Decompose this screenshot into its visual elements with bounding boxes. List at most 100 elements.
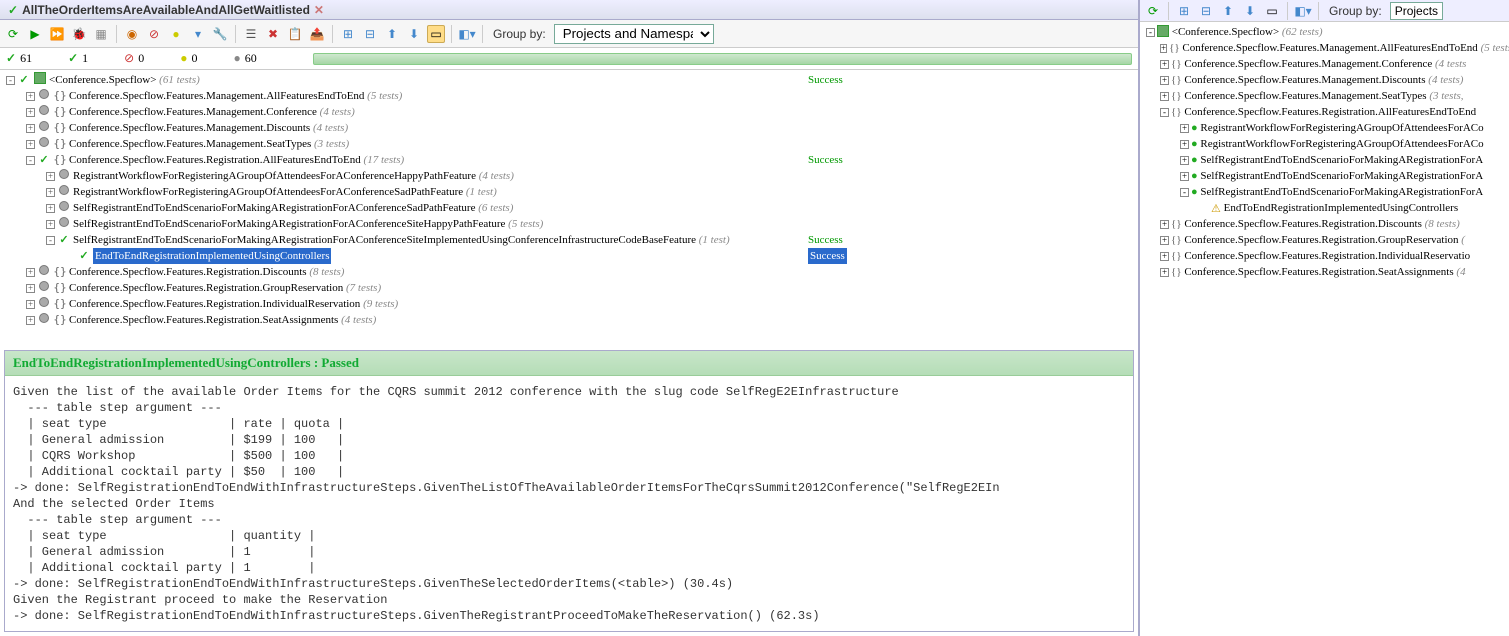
stop-icon: ⊘ xyxy=(124,51,134,66)
warn-icon: ⚠ xyxy=(1211,202,1221,215)
collapse-icon[interactable]: - xyxy=(1160,108,1169,117)
expand-icon[interactable]: + xyxy=(1160,76,1169,85)
expand-icon[interactable]: + xyxy=(26,284,35,293)
options-icon[interactable]: ◧▾ xyxy=(458,25,476,43)
tree-feature[interactable]: +● SelfRegistrantEndToEndScenarioForMaki… xyxy=(1140,168,1509,184)
expand-icon[interactable]: + xyxy=(1180,172,1189,181)
collapse-icon[interactable]: - xyxy=(1180,188,1189,197)
collapse-icon[interactable]: - xyxy=(26,156,35,165)
expand-icon[interactable]: + xyxy=(26,316,35,325)
debug-icon[interactable]: 🐞 xyxy=(70,25,88,43)
namespace-icon: {} xyxy=(53,312,67,328)
tree-ns[interactable]: +{} Conference.Specflow.Features.Managem… xyxy=(1140,88,1509,104)
main-toolbar: ⟳ ▶ ⏩ 🐞 ▦ ◉ ⊘ ● ▾ 🔧 ☰ ✖ 📋 📤 ⊞ ⊟ ⬆ ⬇ ▭ ◧▾… xyxy=(0,20,1138,48)
expand-icon[interactable]: + xyxy=(26,268,35,277)
expand-icon[interactable]: + xyxy=(1160,252,1169,261)
expand-icon[interactable]: + xyxy=(1160,220,1169,229)
expand-icon[interactable]: + xyxy=(46,220,55,229)
groupby-value[interactable]: Projects xyxy=(1390,2,1443,20)
tree-test-selected[interactable]: ✓EndToEndRegistrationImplementedUsingCon… xyxy=(0,248,1138,264)
expand-icon[interactable]: + xyxy=(46,172,55,181)
collapse-icon[interactable]: ⊟ xyxy=(1197,2,1215,20)
expand-icon[interactable]: + xyxy=(1160,268,1169,277)
tree-root[interactable]: - <Conference.Specflow> (62 tests) xyxy=(1140,24,1509,40)
tree-ns[interactable]: +{} Conference.Specflow.Features.Managem… xyxy=(1140,56,1509,72)
expand-icon[interactable]: + xyxy=(46,188,55,197)
tree-ns[interactable]: +{} Conference.Specflow.Features.Managem… xyxy=(1140,72,1509,88)
stop-icon[interactable]: ⊘ xyxy=(145,25,163,43)
tree-feature[interactable]: +SelfRegistrantEndToEndScenarioForMaking… xyxy=(0,200,1138,216)
collapse-icon[interactable]: - xyxy=(1146,28,1155,37)
expand-icon[interactable]: + xyxy=(26,140,35,149)
prev-icon[interactable]: ⬆ xyxy=(1219,2,1237,20)
tree-ns[interactable]: +{}Conference.Specflow.Features.Registra… xyxy=(0,280,1138,296)
collapse-icon[interactable]: ⊟ xyxy=(361,25,379,43)
tab-active[interactable]: ✓ AllTheOrderItemsAreAvailableAndAllGetW… xyxy=(2,2,330,18)
groupby-select[interactable]: Projects and Namespaces xyxy=(554,24,714,44)
tree-ns[interactable]: +{} Conference.Specflow.Features.Managem… xyxy=(1140,40,1509,56)
export-icon[interactable]: 📤 xyxy=(308,25,326,43)
tree-feature[interactable]: +● RegistrantWorkflowForRegisteringAGrou… xyxy=(1140,120,1509,136)
tree-feature-open[interactable]: -✓SelfRegistrantEndToEndScenarioForMakin… xyxy=(0,232,1138,248)
wrench-icon[interactable]: 🔧 xyxy=(211,25,229,43)
expand-icon[interactable]: + xyxy=(1180,156,1189,165)
close-icon[interactable]: ✕ xyxy=(314,3,324,17)
tree-ns[interactable]: +{}Conference.Specflow.Features.Manageme… xyxy=(0,104,1138,120)
run-icon[interactable]: ▶ xyxy=(26,25,44,43)
expand-icon[interactable]: + xyxy=(46,204,55,213)
delete-icon[interactable]: ✖ xyxy=(264,25,282,43)
expand-icon[interactable]: + xyxy=(1160,236,1169,245)
tree-ns[interactable]: +{}Conference.Specflow.Features.Registra… xyxy=(0,264,1138,280)
tree-ns[interactable]: +{}Conference.Specflow.Features.Manageme… xyxy=(0,120,1138,136)
collapse-icon[interactable]: - xyxy=(46,236,55,245)
expand-icon[interactable]: + xyxy=(26,108,35,117)
tree-feature[interactable]: +RegistrantWorkflowForRegisteringAGroupO… xyxy=(0,168,1138,184)
track-icon[interactable]: ◉ xyxy=(123,25,141,43)
tree-ns[interactable]: +{}Conference.Specflow.Features.Manageme… xyxy=(0,88,1138,104)
next-icon[interactable]: ⬇ xyxy=(405,25,423,43)
refresh-icon[interactable]: ⟳ xyxy=(1144,2,1162,20)
collapse-icon[interactable]: - xyxy=(6,76,15,85)
expand-icon[interactable]: + xyxy=(26,124,35,133)
expand-icon[interactable]: + xyxy=(1180,124,1189,133)
tree-ns[interactable]: +{} Conference.Specflow.Features.Registr… xyxy=(1140,264,1509,280)
refresh-icon[interactable]: ⟳ xyxy=(4,25,22,43)
expand-icon[interactable]: + xyxy=(26,92,35,101)
list-icon[interactable]: ☰ xyxy=(242,25,260,43)
expand-icon[interactable]: ⊞ xyxy=(339,25,357,43)
autoscroll-icon[interactable]: ▭ xyxy=(427,25,445,43)
tree-feature[interactable]: +SelfRegistrantEndToEndScenarioForMaking… xyxy=(0,216,1138,232)
tree-ns[interactable]: +{} Conference.Specflow.Features.Registr… xyxy=(1140,232,1509,248)
warn-icon[interactable]: ● xyxy=(167,25,185,43)
prev-icon[interactable]: ⬆ xyxy=(383,25,401,43)
filter-icon[interactable]: ▾ xyxy=(189,25,207,43)
expand-icon[interactable]: + xyxy=(1160,92,1169,101)
tree-root[interactable]: - ✓ <Conference.Specflow> (61 tests) Suc… xyxy=(0,72,1138,88)
expand-icon[interactable]: ⊞ xyxy=(1175,2,1193,20)
test-tree[interactable]: - ✓ <Conference.Specflow> (61 tests) Suc… xyxy=(0,70,1138,346)
coverage-icon[interactable]: ▦ xyxy=(92,25,110,43)
tree-ns-open[interactable]: -✓{}Conference.Specflow.Features.Registr… xyxy=(0,152,1138,168)
tree-ns-open[interactable]: -{} Conference.Specflow.Features.Registr… xyxy=(1140,104,1509,120)
autoscroll-icon[interactable]: ▭ xyxy=(1263,2,1281,20)
options-icon[interactable]: ◧▾ xyxy=(1294,2,1312,20)
tree-ns[interactable]: +{}Conference.Specflow.Features.Registra… xyxy=(0,296,1138,312)
expand-icon[interactable]: + xyxy=(26,300,35,309)
tree-ns[interactable]: +{} Conference.Specflow.Features.Registr… xyxy=(1140,248,1509,264)
expand-icon[interactable]: + xyxy=(1160,44,1167,53)
tree-ns[interactable]: +{}Conference.Specflow.Features.Manageme… xyxy=(0,136,1138,152)
tree-feature[interactable]: +● RegistrantWorkflowForRegisteringAGrou… xyxy=(1140,136,1509,152)
next-icon[interactable]: ⬇ xyxy=(1241,2,1259,20)
run-all-icon[interactable]: ⏩ xyxy=(48,25,66,43)
tree-feature-open[interactable]: -● SelfRegistrantEndToEndScenarioForMaki… xyxy=(1140,184,1509,200)
copy-icon[interactable]: 📋 xyxy=(286,25,304,43)
right-test-tree[interactable]: - <Conference.Specflow> (62 tests) +{} C… xyxy=(1140,22,1509,282)
expand-icon[interactable]: + xyxy=(1160,60,1169,69)
output-text[interactable]: Given the list of the available Order It… xyxy=(5,376,1133,631)
tree-ns[interactable]: +{} Conference.Specflow.Features.Registr… xyxy=(1140,216,1509,232)
tree-feature[interactable]: +RegistrantWorkflowForRegisteringAGroupO… xyxy=(0,184,1138,200)
tree-feature[interactable]: +● SelfRegistrantEndToEndScenarioForMaki… xyxy=(1140,152,1509,168)
tree-test[interactable]: ⚠ EndToEndRegistrationImplementedUsingCo… xyxy=(1140,200,1509,216)
tree-ns[interactable]: +{}Conference.Specflow.Features.Registra… xyxy=(0,312,1138,328)
expand-icon[interactable]: + xyxy=(1180,140,1189,149)
